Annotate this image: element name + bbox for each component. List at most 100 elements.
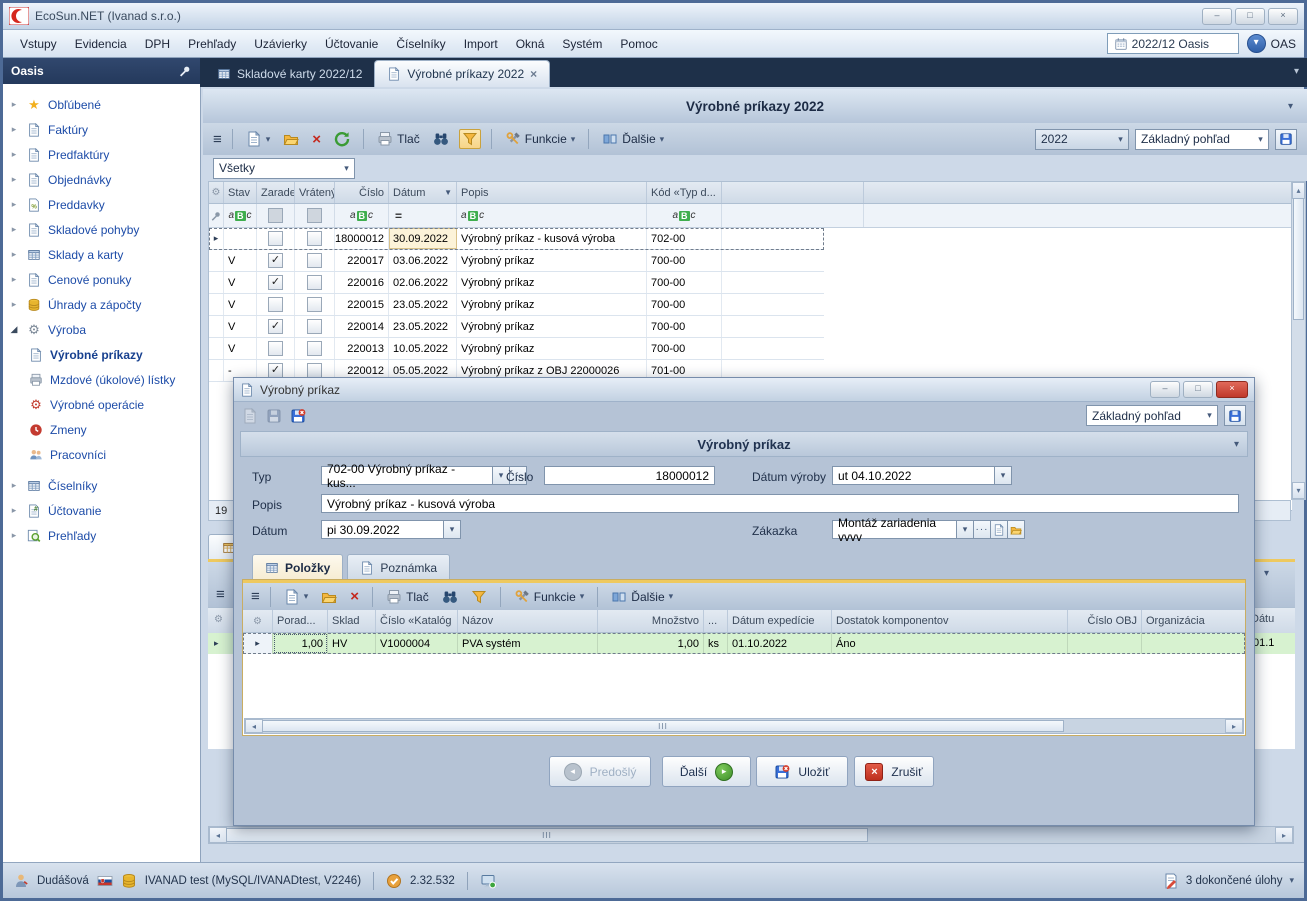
pin-filter-icon[interactable]: [210, 210, 222, 222]
expander-icon[interactable]: ▸: [3, 124, 25, 135]
tab-poznamka[interactable]: Poznámka: [347, 554, 450, 580]
next-button[interactable]: Ďalší ▸: [662, 756, 751, 787]
chevron-down-icon[interactable]: ▾: [304, 591, 309, 602]
open-document-icon[interactable]: [991, 520, 1008, 539]
search-button[interactable]: [430, 129, 452, 149]
scroll-left-icon[interactable]: ◂: [245, 719, 263, 733]
scroll-right-icon[interactable]: ▸: [1225, 719, 1243, 733]
col-cislo-katalog[interactable]: Číslo «Katalóg: [376, 610, 458, 632]
chevron-down-icon[interactable]: ▾: [957, 520, 974, 539]
tasks-label[interactable]: 3 dokončené úlohy: [1186, 875, 1283, 887]
menu-vstupy[interactable]: Vstupy: [11, 33, 66, 55]
minimize-button[interactable]: –: [1202, 8, 1232, 25]
pin-icon[interactable]: [178, 64, 192, 78]
sidebar-item-vyrobne-operacie[interactable]: ⚙Výrobné operácie: [3, 392, 200, 417]
col-popis[interactable]: Popis: [457, 182, 647, 203]
grid-settings-icon[interactable]: ⚙: [212, 187, 221, 198]
save-icon[interactable]: [266, 408, 282, 424]
cell-datum[interactable]: 30.09.2022: [389, 228, 457, 249]
text-filter-icon[interactable]: aBc: [350, 210, 373, 221]
print-button[interactable]: Tlač: [374, 129, 423, 149]
menu-dph[interactable]: DPH: [136, 33, 179, 55]
close-button[interactable]: ×: [1268, 8, 1298, 25]
delete-item-button[interactable]: ×: [347, 586, 362, 607]
col-vrateny[interactable]: Vrátený: [295, 182, 335, 203]
expander-icon[interactable]: ▸: [3, 530, 25, 541]
oas-button[interactable]: ▾ OAS: [1247, 34, 1296, 53]
checkbox[interactable]: ✓: [268, 253, 283, 268]
menu-grip-icon[interactable]: ≡: [251, 588, 260, 605]
col-kod[interactable]: Kód «Typ d...: [647, 182, 722, 203]
col-cislo[interactable]: Číslo: [335, 182, 389, 203]
sidebar-item-zmeny[interactable]: Zmeny: [3, 417, 200, 442]
more-button[interactable]: Ďalšie▾: [599, 129, 667, 149]
col-sklad[interactable]: Sklad: [328, 610, 376, 632]
dialog-save-view-button[interactable]: [1224, 405, 1246, 426]
print-button[interactable]: Tlač: [383, 587, 432, 607]
cancel-button[interactable]: × Zrušiť: [854, 756, 934, 787]
checkbox-filter[interactable]: [268, 208, 283, 223]
expander-icon[interactable]: ▸: [3, 99, 25, 110]
expander-icon[interactable]: ▸: [3, 299, 25, 310]
refresh-button[interactable]: [331, 129, 353, 149]
cell-poradie[interactable]: 1,00: [273, 633, 328, 654]
view-select[interactable]: Základný pohľad▾: [1135, 129, 1269, 150]
expander-icon[interactable]: ▸: [3, 224, 25, 235]
sidebar-item-uhrady-a-zapocty[interactable]: ▸Úhrady a zápočty: [3, 292, 200, 317]
datum-vyroby-combo[interactable]: ut 04.10.2022 ▾: [832, 466, 1012, 485]
expander-icon[interactable]: ▸: [3, 174, 25, 185]
sidebar-item-predfaktury[interactable]: ▸Predfaktúry: [3, 142, 200, 167]
sidebar-item-vyroba[interactable]: ◢⚙Výroba: [3, 317, 200, 342]
tab-polozky[interactable]: Položky: [252, 554, 343, 580]
year-select[interactable]: 2022▾: [1035, 129, 1129, 150]
grid-settings-icon[interactable]: ⚙: [253, 616, 262, 627]
functions-button[interactable]: Funkcie▾: [511, 587, 588, 607]
menu-import[interactable]: Import: [455, 33, 507, 55]
previous-button[interactable]: ◂ Predošlý: [549, 756, 651, 787]
table-row[interactable]: V ✓ 220016 02.06.2022 Výrobný príkaz 700…: [209, 272, 824, 294]
menu-evidencia[interactable]: Evidencia: [66, 33, 136, 55]
text-filter-icon[interactable]: aBc: [672, 210, 695, 221]
checkbox[interactable]: [307, 275, 322, 290]
checkbox[interactable]: [307, 231, 322, 246]
sidebar-item-oblubene[interactable]: ▸★Obľúbené: [3, 92, 200, 117]
table-row[interactable]: V 220013 10.05.2022 Výrobný príkaz 700-0…: [209, 338, 824, 360]
save-view-button[interactable]: [1275, 129, 1297, 150]
sidebar-item-pracovnici[interactable]: Pracovníci: [3, 442, 200, 467]
menu-prehlady[interactable]: Prehľady: [179, 33, 245, 55]
typ-combo[interactable]: 702-00 Výrobný príkaz - kus... ▾ ···: [321, 466, 527, 485]
menu-grip-icon[interactable]: ≡: [216, 586, 225, 603]
expander-icon[interactable]: ▸: [3, 505, 25, 516]
scrollbar-thumb[interactable]: III: [262, 720, 1064, 732]
checkbox[interactable]: [268, 297, 283, 312]
lookup-ellipsis-icon[interactable]: ···: [974, 520, 991, 539]
chevron-down-icon[interactable]: ▾: [995, 466, 1012, 485]
collapse-caret-icon[interactable]: ▾: [1288, 101, 1293, 112]
dialog-view-select[interactable]: Základný pohľad▾: [1086, 405, 1218, 426]
checkbox[interactable]: [307, 297, 322, 312]
menu-system[interactable]: Systém: [553, 33, 611, 55]
expander-icon[interactable]: ◢: [3, 324, 25, 335]
functions-button[interactable]: Funkcie▾: [502, 129, 579, 149]
checkbox[interactable]: ✓: [268, 363, 283, 378]
grid-vertical-scrollbar[interactable]: ▴ ▾: [1291, 181, 1306, 500]
cislo-input[interactable]: 18000012: [544, 466, 715, 485]
item-row[interactable]: ▸ 1,00 HV V1000004 PVA systém 1,00 ks 01…: [243, 633, 1245, 654]
menu-grip-icon[interactable]: ≡: [213, 131, 222, 148]
sidebar-item-prehlady[interactable]: ▸Prehľady: [3, 523, 200, 548]
popis-input[interactable]: Výrobný príkaz - kusová výroba: [321, 494, 1239, 513]
sidebar-item-preddavky[interactable]: ▸Preddavky: [3, 192, 200, 217]
col-zaradeny[interactable]: Zaradený: [257, 182, 295, 203]
col-poradie[interactable]: Porad...: [273, 610, 328, 632]
menu-okna[interactable]: Okná: [507, 33, 554, 55]
expander-icon[interactable]: ▸: [3, 149, 25, 160]
scroll-up-icon[interactable]: ▴: [1292, 182, 1305, 199]
sidebar-item-mzdove-listky[interactable]: Mzdové (úkolové) lístky: [3, 367, 200, 392]
open-item-button[interactable]: [318, 587, 340, 607]
sidebar-item-cenove-ponuky[interactable]: ▸Cenové ponuky: [3, 267, 200, 292]
new-record-icon[interactable]: [242, 408, 258, 424]
checkbox[interactable]: [268, 231, 283, 246]
chevron-down-icon[interactable]: ▾: [266, 134, 271, 145]
checkbox[interactable]: [307, 363, 322, 378]
scrollbar-thumb[interactable]: III: [226, 828, 868, 842]
